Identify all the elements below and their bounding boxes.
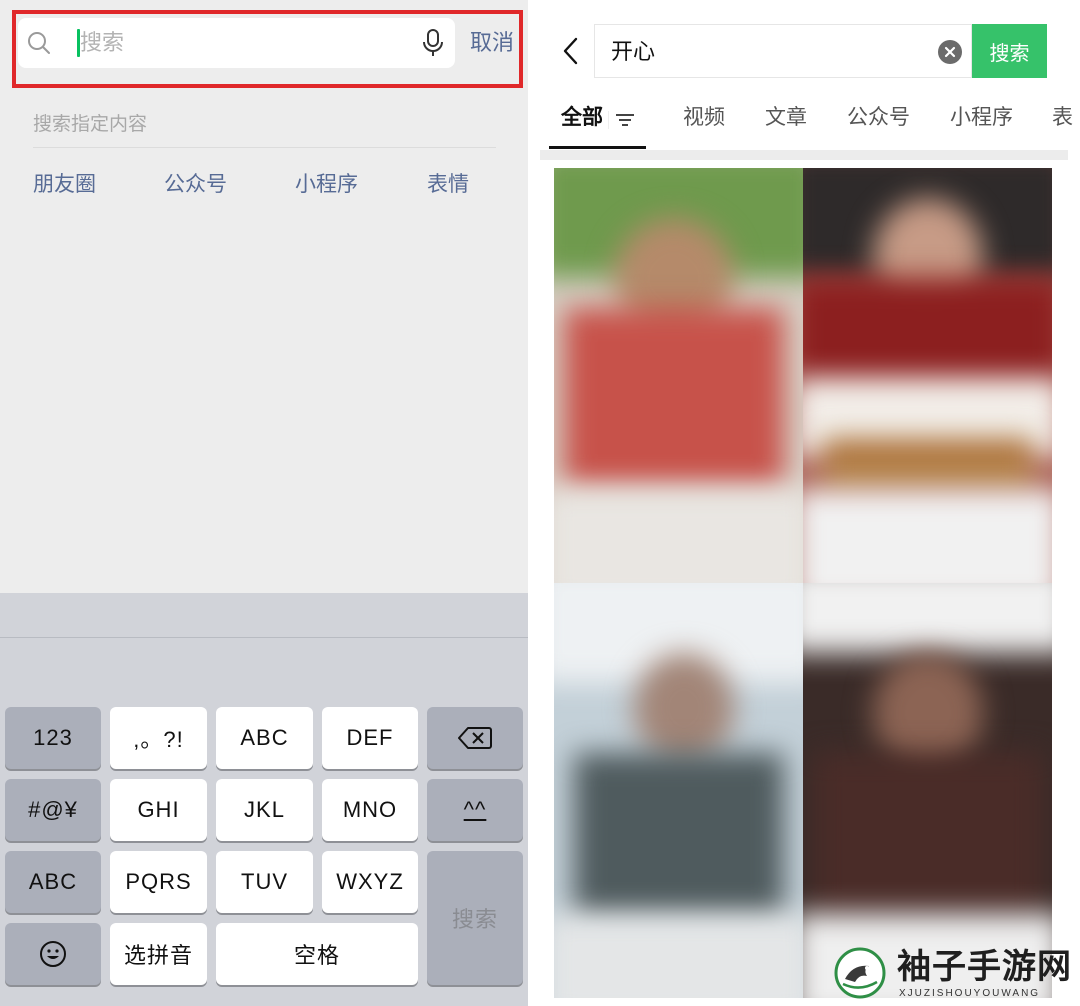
site-watermark: 袖子手游网 XJUZISHOUYOUWANG	[833, 944, 1080, 1006]
key-123[interactable]: 123	[5, 707, 101, 769]
key-select-pinyin[interactable]: 选拼音	[110, 923, 207, 985]
key-emoji[interactable]	[5, 923, 101, 985]
search-input[interactable]: 搜索	[18, 18, 455, 68]
tab-articles[interactable]: 文章	[765, 103, 807, 133]
filter-icon[interactable]	[608, 110, 634, 130]
category-stickers[interactable]: 表情	[427, 170, 469, 200]
key-abc-mode[interactable]: ABC	[5, 851, 101, 913]
category-mini-programs[interactable]: 小程序	[295, 170, 358, 200]
video-results-grid	[554, 168, 1052, 998]
key-punctuation[interactable]: ,。?!	[110, 707, 207, 769]
result-tabs: 全部 视频 文章 公众号 小程序 表	[540, 100, 1080, 136]
section-divider	[540, 150, 1068, 160]
cancel-button[interactable]: 取消	[470, 28, 514, 58]
backspace-icon	[458, 727, 492, 749]
microphone-icon[interactable]	[421, 28, 445, 58]
category-official-accounts[interactable]: 公众号	[164, 170, 227, 200]
key-wxyz[interactable]: WXYZ	[322, 851, 418, 913]
bird-logo-icon	[834, 947, 886, 999]
tab-mini-programs[interactable]: 小程序	[950, 103, 1013, 133]
search-hint-label: 搜索指定内容	[33, 114, 148, 135]
key-delete[interactable]	[427, 707, 523, 769]
key-search[interactable]: 搜索	[427, 851, 523, 985]
key-abc[interactable]: ABC	[216, 707, 313, 769]
tab-videos[interactable]: 视频	[683, 103, 725, 133]
category-moments[interactable]: 朋友圈	[33, 170, 96, 200]
tab-all[interactable]: 全部	[561, 103, 603, 133]
active-tab-indicator	[549, 146, 646, 149]
search-placeholder: 搜索	[80, 30, 125, 55]
clear-icon[interactable]	[938, 40, 962, 64]
key-mno[interactable]: MNO	[322, 779, 418, 841]
keyboard-toolbar-divider	[0, 637, 528, 638]
video-thumbnail[interactable]	[554, 168, 803, 583]
watermark-title: 袖子手游网	[897, 947, 1072, 987]
video-thumbnail[interactable]	[554, 583, 803, 998]
results-search-input[interactable]: 开心	[594, 24, 972, 78]
back-arrow-icon[interactable]	[560, 36, 582, 66]
search-category-list: 朋友圈 公众号 小程序 表情	[33, 170, 503, 200]
watermark-subtitle: XJUZISHOUYOUWANG	[899, 988, 1041, 999]
search-query-text: 开心	[611, 39, 656, 64]
key-ghi[interactable]: GHI	[110, 779, 207, 841]
video-thumbnail[interactable]	[803, 583, 1052, 998]
key-pqrs[interactable]: PQRS	[110, 851, 207, 913]
emoji-icon	[40, 941, 66, 967]
divider	[33, 147, 496, 148]
tab-stickers-partial[interactable]: 表	[1052, 103, 1073, 133]
tab-official-accounts[interactable]: 公众号	[847, 103, 910, 133]
search-button[interactable]: 搜索	[972, 24, 1047, 78]
keyboard: 123 ,。?! ABC DEF #@¥ GHI JKL MNO ^^ ABC …	[0, 593, 528, 1006]
video-thumbnail[interactable]	[803, 168, 1052, 583]
left-search-screen: 搜索 取消 搜索指定内容 朋友圈 公众号 小程序 表情 123 ,。?! ABC…	[0, 0, 528, 1006]
search-icon	[28, 32, 50, 54]
key-tuv[interactable]: TUV	[216, 851, 313, 913]
key-symbols[interactable]: #@¥	[5, 779, 101, 841]
right-results-screen: 开心 搜索 全部 视频 文章 公众号 小程序 表	[540, 0, 1080, 1006]
key-jkl[interactable]: JKL	[216, 779, 313, 841]
key-def[interactable]: DEF	[322, 707, 418, 769]
key-space[interactable]: 空格	[216, 923, 418, 985]
key-emoticon[interactable]: ^^	[427, 779, 523, 841]
